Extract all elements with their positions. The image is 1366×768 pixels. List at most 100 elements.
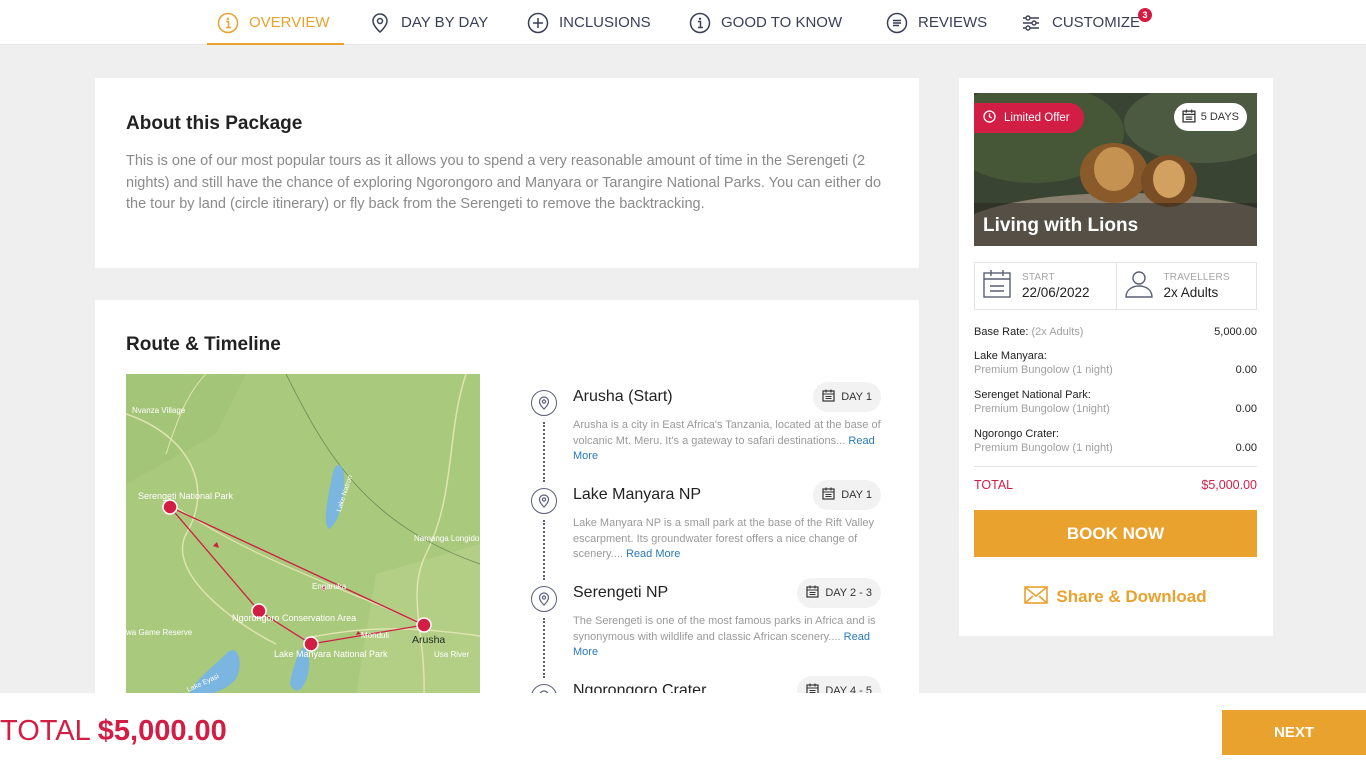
location-pin-icon <box>531 488 557 514</box>
map-label: Monduli <box>361 631 390 640</box>
stop-description-text: Lake Manyara NP is a small park at the b… <box>573 517 875 560</box>
read-more-link[interactable]: Read More <box>626 548 680 560</box>
stop-name: Lake Manyara NP <box>573 486 702 503</box>
location-pin-icon <box>531 586 557 612</box>
section-title: About this Package <box>126 113 303 134</box>
timeline-stop: Arusha (Start) DAY 1 Arusha is a city in… <box>531 382 891 482</box>
offer-label: Limited Offer <box>1004 112 1070 124</box>
section-title: Route & Timeline <box>126 334 281 355</box>
envelope-icon <box>1024 585 1049 609</box>
sliders-icon <box>1020 12 1042 34</box>
day-label: DAY 2 - 3 <box>825 587 872 599</box>
tab-label: GOOD TO KNOW <box>721 14 843 31</box>
package-description: This is one of our most popular tours as… <box>126 153 882 212</box>
tab-inclusions[interactable]: INCLUSIONS <box>527 0 651 45</box>
timeline-connector <box>543 422 545 482</box>
next-button[interactable]: NEXT <box>1222 710 1366 755</box>
map-label: Namanga Longido <box>414 534 480 543</box>
footer-total-amount: $5,000.00 <box>97 715 227 747</box>
price-row-label: Lake Manyara: <box>974 350 1047 362</box>
calendar-icon <box>806 585 819 601</box>
price-row-label: Base Rate: <box>974 326 1029 338</box>
footer-bar: TOTAL $5,000.00 NEXT <box>0 693 1366 768</box>
start-date[interactable]: START 22/06/2022 <box>975 263 1116 309</box>
map-label: Nvanza Village <box>132 406 186 415</box>
total-label: TOTAL <box>974 478 1014 492</box>
price-row-label: Serenget National Park: <box>974 389 1091 401</box>
total-amount: $5,000.00 <box>1201 478 1257 492</box>
travellers-value: 2x Adults <box>1163 285 1219 300</box>
map-label: wa Game Reserve <box>126 628 193 637</box>
tab-day-by-day[interactable]: DAY BY DAY <box>369 0 488 45</box>
user-icon <box>1124 269 1154 304</box>
stop-description: Arusha is a city in East Africa's Tanzan… <box>573 418 881 465</box>
package-hero-image[interactable]: Limited Offer 5 DAYS Living with Lions <box>974 93 1257 246</box>
timeline-stop: Serengeti NP DAY 2 - 3 The Serengeti is … <box>531 578 891 678</box>
clock-icon <box>983 110 996 126</box>
package-title: Living with Lions <box>983 215 1139 236</box>
tab-label: OVERVIEW <box>249 14 330 31</box>
day-badge: DAY 1 <box>813 480 881 510</box>
book-now-button[interactable]: BOOK NOW <box>974 510 1257 557</box>
share-download-button[interactable]: Share & Download <box>974 583 1257 611</box>
days-label: 5 DAYS <box>1200 111 1239 123</box>
price-row-sub: Premium Bungolow (1night) <box>974 403 1110 415</box>
stop-description-text: The Serengeti is one of the most famous … <box>573 615 876 643</box>
day-label: DAY 1 <box>841 391 872 403</box>
top-navigation: OVERVIEW DAY BY DAY INCLUSIONS GOOD TO K… <box>0 0 1366 45</box>
start-label: START <box>1022 272 1055 283</box>
tab-label: CUSTOMIZE <box>1052 14 1141 31</box>
price-row: Base Rate: (2x Adults) 5,000.00 <box>974 326 1257 338</box>
calendar-icon <box>822 487 835 503</box>
divider <box>974 466 1257 467</box>
footer-total: TOTAL $5,000.00 <box>0 715 227 748</box>
total-row: TOTAL $5,000.00 <box>974 478 1257 492</box>
price-row-sub: (2x Adults) <box>1031 326 1084 338</box>
tab-label: INCLUSIONS <box>559 14 651 31</box>
tab-customize[interactable]: CUSTOMIZE 3 <box>1020 0 1153 45</box>
booking-summary-card: Limited Offer 5 DAYS Living with Lions S… <box>959 78 1273 636</box>
timeline-stop: Lake Manyara NP DAY 1 Lake Manyara NP is… <box>531 480 891 580</box>
plus-circle-icon <box>527 12 549 34</box>
stop-description-text: Arusha is a city in East Africa's Tanzan… <box>573 419 881 447</box>
map-label: Serengeti National Park <box>138 491 234 501</box>
map-label: Arusha <box>412 634 446 646</box>
tab-label: REVIEWS <box>918 14 988 31</box>
price-row-amount: 0.00 <box>1235 364 1257 376</box>
trip-info[interactable]: START 22/06/2022 TRAVELLERS 2x Adults <box>974 262 1257 310</box>
map-label: Usa River <box>434 650 470 659</box>
travellers[interactable]: TRAVELLERS 2x Adults <box>1115 263 1257 309</box>
info-icon <box>217 12 239 34</box>
price-row-label: Ngorongo Crater: <box>974 428 1059 440</box>
route-map[interactable]: Nvanza Village Serengeti National Park L… <box>126 374 480 695</box>
day-label: DAY 1 <box>841 489 872 501</box>
stop-name: Serengeti NP <box>573 584 669 601</box>
tab-reviews[interactable]: REVIEWS <box>886 0 987 45</box>
share-label: Share & Download <box>1056 587 1207 606</box>
timeline-connector <box>543 618 545 678</box>
chat-icon <box>886 12 908 34</box>
calendar-icon <box>1182 109 1196 126</box>
limited-offer-badge: Limited Offer <box>974 103 1084 133</box>
price-row: Lake Manyara: Premium Bungolow (1 night) … <box>974 350 1257 376</box>
calendar-icon <box>822 389 835 405</box>
price-row-sub: Premium Bungolow (1 night) <box>974 364 1113 376</box>
price-row: Serenget National Park: Premium Bungolow … <box>974 389 1257 415</box>
tab-label: DAY BY DAY <box>401 14 489 31</box>
info-icon <box>689 12 711 34</box>
stop-description: The Serengeti is one of the most famous … <box>573 614 881 661</box>
day-badge: DAY 1 <box>813 382 881 412</box>
duration-badge: 5 DAYS <box>1173 103 1247 131</box>
stop-description: Lake Manyara NP is a small park at the b… <box>573 516 881 563</box>
price-row-amount: 5,000.00 <box>1214 326 1257 338</box>
stop-name: Arusha (Start) <box>573 388 673 405</box>
tab-good-to-know[interactable]: GOOD TO KNOW <box>689 0 842 45</box>
price-row-sub: Premium Bungolow (1 night) <box>974 442 1113 454</box>
calendar-icon <box>982 269 1012 304</box>
route-timeline-card: Route & Timeline Nvanza Village Serenget… <box>95 300 919 695</box>
price-row-amount: 0.00 <box>1235 442 1257 454</box>
price-row: Ngorongo Crater: Premium Bungolow (1 nigh… <box>974 428 1257 454</box>
price-row-amount: 0.00 <box>1235 403 1257 415</box>
about-package-card: About this Package This is one of our mo… <box>95 78 919 268</box>
tab-overview[interactable]: OVERVIEW <box>207 0 344 45</box>
